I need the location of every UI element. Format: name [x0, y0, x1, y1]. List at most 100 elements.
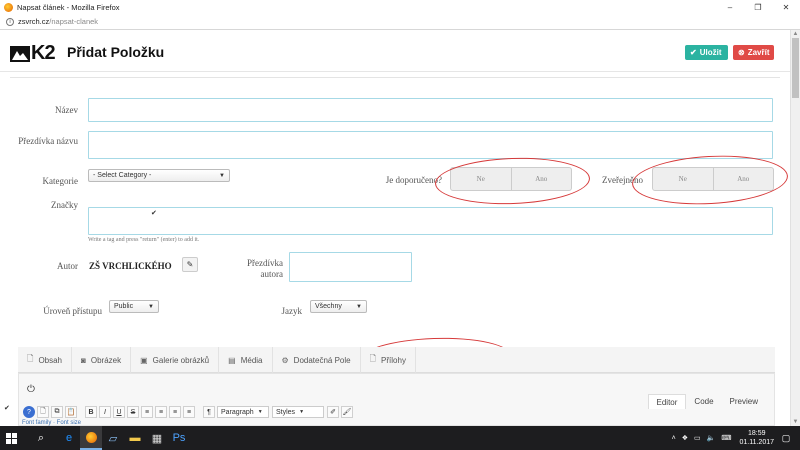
gear-icon: ⚙: [281, 355, 289, 365]
tab-gallery[interactable]: ▣ Galerie obrázků: [131, 347, 220, 373]
tab-label: Média: [240, 355, 263, 365]
paragraph-format-select[interactable]: Paragraph ▼: [217, 406, 269, 418]
film-icon: ▤: [228, 355, 236, 365]
bold-button[interactable]: B: [85, 406, 97, 418]
divider: [10, 77, 780, 78]
check-icon: ✔: [4, 405, 10, 412]
tags-check-icon: ✔: [151, 210, 157, 217]
calculator-icon[interactable]: ▦: [146, 426, 168, 450]
eraser-icon[interactable]: ✐: [327, 406, 339, 418]
scroll-up-icon[interactable]: ▲: [791, 30, 800, 38]
format-painter-icon[interactable]: 🖌: [341, 406, 353, 418]
k2-logo: K2: [10, 42, 56, 65]
tab-attachments[interactable]: 🗋 Přílohy: [361, 347, 416, 373]
align-right-icon[interactable]: ≡: [169, 406, 181, 418]
help-icon[interactable]: ?: [23, 406, 35, 418]
network-icon[interactable]: ▭: [694, 434, 701, 442]
tab-label: Dodatečná Pole: [293, 355, 351, 365]
language-select[interactable]: Všechny ▼: [310, 300, 367, 313]
minimize-button[interactable]: –: [716, 0, 744, 14]
scroll-down-icon[interactable]: ▼: [791, 418, 800, 426]
firefox-icon: [4, 2, 13, 12]
windows-taskbar: ⌕ e ▱ ▬ ▦ Ps ˄ ❖ ▭ 🔈 ⌨ 18:59 01.11.2017 …: [0, 426, 800, 450]
close-label: Zavřít: [747, 48, 770, 57]
author-alias-input[interactable]: [289, 252, 412, 282]
window-title: Napsat článek - Mozilla Firefox: [17, 2, 120, 12]
notifications-icon[interactable]: ▢: [778, 426, 794, 450]
align-justify-icon[interactable]: ≡: [183, 406, 195, 418]
title-label: Název: [55, 105, 78, 115]
author-name: ZŠ VRCHLICKÉHO: [89, 261, 172, 271]
search-icon[interactable]: ⌕: [30, 426, 52, 450]
check-icon: ✔: [690, 48, 697, 57]
paste-icon[interactable]: 📋: [65, 406, 77, 418]
clock-date: 01.11.2017: [739, 439, 774, 446]
paragraph-format-value: Paragraph: [221, 408, 254, 416]
close-button[interactable]: ⊗ Zavřít: [733, 45, 774, 60]
pencil-icon: ✎: [186, 260, 194, 269]
tab-content[interactable]: 🗋 Obsah: [18, 347, 73, 373]
scrollbar-thumb[interactable]: [792, 38, 799, 98]
editor-toolbar: ? 🗋 ⧉ 📋 B I U S ≡ ≡ ≡ ≡ ¶ Paragraph ▼ St…: [23, 405, 663, 419]
tab-label: Přílohy: [381, 355, 406, 365]
info-icon[interactable]: i: [6, 17, 14, 26]
underline-button[interactable]: U: [113, 406, 125, 418]
chevron-down-icon: ▼: [299, 409, 305, 415]
category-select[interactable]: - Select Category - ▼: [88, 169, 230, 182]
editor-tab-code[interactable]: Code: [686, 394, 721, 409]
alias-label: Přezdívka názvu: [18, 136, 78, 146]
clock[interactable]: 18:59 01.11.2017: [739, 429, 774, 447]
content-editor: ⏻ Editor Code Preview ? 🗋 ⧉ 📋 B I U S ≡ …: [18, 373, 775, 426]
title-input[interactable]: [88, 98, 773, 122]
item-tabs: 🗋 Obsah ◙ Obrázek ▣ Galerie obrázků ▤ Mé…: [18, 347, 775, 373]
italic-button[interactable]: I: [99, 406, 111, 418]
strikethrough-button[interactable]: S: [127, 406, 139, 418]
save-button[interactable]: ✔ Uložit: [685, 45, 728, 60]
author-alias-label: Přezdívka autora: [247, 258, 283, 279]
keyboard-icon[interactable]: ⌨: [721, 434, 731, 442]
gallery-icon: ▣: [140, 355, 148, 365]
maximize-button[interactable]: ❐: [744, 0, 772, 14]
folder-icon[interactable]: ▬: [124, 426, 146, 450]
clock-time: 18:59: [747, 430, 766, 437]
author-label: Autor: [57, 261, 78, 271]
new-document-icon[interactable]: 🗋: [37, 406, 49, 418]
edit-author-button[interactable]: ✎: [182, 257, 198, 272]
power-icon[interactable]: ⏻: [27, 384, 35, 395]
copy-icon[interactable]: ⧉: [51, 406, 63, 418]
volume-icon[interactable]: 🔈: [707, 434, 716, 442]
tab-extra-fields[interactable]: ⚙ Dodatečná Pole: [273, 347, 361, 373]
url-host: zsvrch.cz: [18, 17, 50, 26]
align-center-icon[interactable]: ≡: [155, 406, 167, 418]
firefox-icon: [85, 431, 97, 443]
close-window-button[interactable]: ✕: [772, 0, 800, 14]
alias-input[interactable]: [88, 131, 773, 159]
styles-select[interactable]: Styles ▼: [272, 406, 324, 418]
edge-icon[interactable]: e: [58, 426, 80, 450]
tags-hint: Write a tag and press "return" (enter) t…: [88, 237, 200, 243]
tags-input[interactable]: [88, 207, 773, 235]
dropbox-icon[interactable]: ❖: [682, 434, 688, 442]
firefox-taskbar-icon[interactable]: [80, 426, 102, 450]
access-select[interactable]: Public ▼: [109, 300, 159, 313]
chevron-up-icon[interactable]: ˄: [672, 435, 676, 442]
file-icon[interactable]: ▱: [102, 426, 124, 450]
start-button[interactable]: [0, 426, 22, 450]
page-scrollbar[interactable]: ▲ ▼: [790, 30, 800, 426]
align-left-icon[interactable]: ≡: [141, 406, 153, 418]
paragraph-icon[interactable]: ¶: [203, 406, 215, 418]
tab-image[interactable]: ◙ Obrázek: [72, 347, 132, 373]
url-path: /napsat-clanek: [49, 17, 99, 26]
chevron-down-icon: ▼: [257, 409, 263, 415]
chevron-down-icon: ▼: [148, 304, 154, 310]
tags-label: Značky: [51, 200, 78, 210]
k2-header: K2 Přidat Položku ✔ Uložit ⊗ Zavřít: [0, 30, 790, 72]
category-value: - Select Category -: [93, 172, 152, 179]
address-bar[interactable]: i zsvrch.cz/napsat-clanek: [0, 14, 800, 30]
tab-media[interactable]: ▤ Média: [219, 347, 273, 373]
photoshop-icon[interactable]: Ps: [168, 426, 190, 450]
window-titlebar: Napsat článek - Mozilla Firefox – ❐ ✕: [0, 0, 800, 14]
editor-tab-preview[interactable]: Preview: [722, 394, 766, 409]
featured-label: Je doporučeno?: [385, 175, 442, 185]
tab-label: Galerie obrázků: [152, 355, 210, 365]
